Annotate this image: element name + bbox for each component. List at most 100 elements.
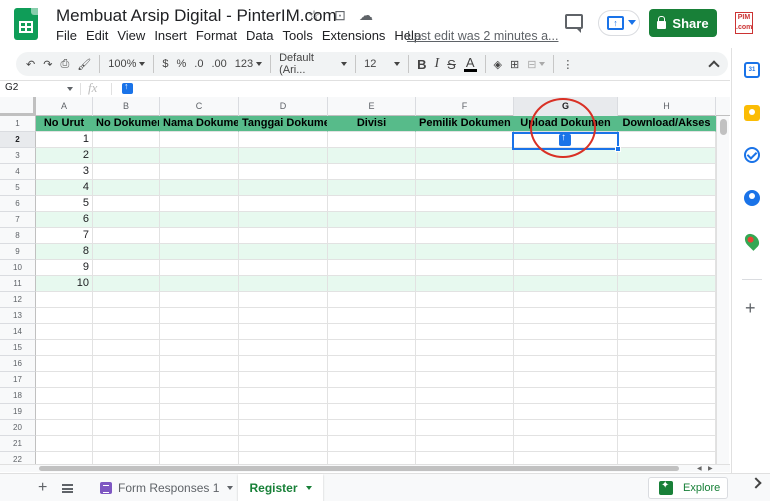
cell-d7[interactable] [239, 212, 328, 228]
cell-f3[interactable] [416, 148, 514, 164]
cell-e10[interactable] [328, 260, 416, 276]
cell-h5[interactable] [618, 180, 716, 196]
horizontal-scrollbar[interactable]: ◀ ▶ [0, 464, 730, 472]
column-header-e[interactable]: E [328, 97, 416, 116]
row-header[interactable]: 4 [0, 164, 36, 180]
cell-f9[interactable] [416, 244, 514, 260]
cell-d6[interactable] [239, 196, 328, 212]
cell-f19[interactable] [416, 404, 514, 420]
cell-d9[interactable] [239, 244, 328, 260]
cell-e14[interactable] [328, 324, 416, 340]
cell-e20[interactable] [328, 420, 416, 436]
cell-c20[interactable] [160, 420, 239, 436]
cell-h7[interactable] [618, 212, 716, 228]
cell-b19[interactable] [93, 404, 160, 420]
cell-g19[interactable] [514, 404, 618, 420]
row-header[interactable]: 11 [0, 276, 36, 292]
cell-b14[interactable] [93, 324, 160, 340]
all-sheets-icon[interactable] [62, 484, 73, 493]
cell-f14[interactable] [416, 324, 514, 340]
cell-b2[interactable] [93, 132, 160, 148]
cell-c19[interactable] [160, 404, 239, 420]
strikethrough-button[interactable]: S [443, 54, 460, 74]
cell-f13[interactable] [416, 308, 514, 324]
italic-button[interactable]: I [431, 54, 444, 74]
cell-a20[interactable] [36, 420, 93, 436]
tab-register[interactable]: Register [238, 474, 323, 501]
contacts-icon[interactable] [744, 190, 760, 206]
cell-b13[interactable] [93, 308, 160, 324]
column-header-b[interactable]: B [93, 97, 160, 116]
cell-d18[interactable] [239, 388, 328, 404]
cell-g4[interactable] [514, 164, 618, 180]
cell-b5[interactable] [93, 180, 160, 196]
present-button[interactable]: ↑ [598, 10, 640, 36]
cell-c1[interactable]: Nama Dokumen [160, 116, 239, 132]
cell-b8[interactable] [93, 228, 160, 244]
cell-g17[interactable] [514, 372, 618, 388]
cell-b9[interactable] [93, 244, 160, 260]
menu-item-data[interactable]: Data [246, 28, 279, 43]
cell-a11[interactable]: 10 [36, 276, 93, 292]
cell-h9[interactable] [618, 244, 716, 260]
comment-history-icon[interactable] [565, 14, 583, 33]
cell-b11[interactable] [93, 276, 160, 292]
undo-icon[interactable]: ↶ [22, 54, 39, 74]
cell-e15[interactable] [328, 340, 416, 356]
cell-c3[interactable] [160, 148, 239, 164]
collapse-toolbar-icon[interactable] [708, 58, 720, 70]
row-header[interactable]: 13 [0, 308, 36, 324]
cell-g13[interactable] [514, 308, 618, 324]
cell-b20[interactable] [93, 420, 160, 436]
row-header[interactable]: 15 [0, 340, 36, 356]
cell-d17[interactable] [239, 372, 328, 388]
row-header[interactable]: 9 [0, 244, 36, 260]
cell-g8[interactable] [514, 228, 618, 244]
font-select[interactable]: Default (Ari... [275, 52, 351, 76]
more-options-icon[interactable]: ⋮ [558, 54, 577, 74]
cell-a16[interactable] [36, 356, 93, 372]
cell-c6[interactable] [160, 196, 239, 212]
calendar-icon[interactable]: 31 [744, 62, 760, 78]
menu-item-insert[interactable]: Insert [154, 28, 193, 43]
row-header[interactable]: 16 [0, 356, 36, 372]
cell-d5[interactable] [239, 180, 328, 196]
cell-c11[interactable] [160, 276, 239, 292]
cell-e5[interactable] [328, 180, 416, 196]
borders-icon[interactable]: ⊞ [506, 54, 523, 74]
cell-a18[interactable] [36, 388, 93, 404]
column-header-g[interactable]: G [514, 97, 618, 116]
cell-d3[interactable] [239, 148, 328, 164]
cell-b6[interactable] [93, 196, 160, 212]
cell-a19[interactable] [36, 404, 93, 420]
cell-h4[interactable] [618, 164, 716, 180]
row-header[interactable]: 6 [0, 196, 36, 212]
row-header[interactable]: 14 [0, 324, 36, 340]
row-header[interactable]: 7 [0, 212, 36, 228]
cell-a1[interactable]: No Urut [36, 116, 93, 132]
column-header-a[interactable]: A [36, 97, 93, 116]
increase-decimal-button[interactable]: .00 [207, 54, 230, 74]
add-sheet-icon[interactable]: + [38, 479, 47, 497]
cell-a7[interactable]: 6 [36, 212, 93, 228]
cell-f4[interactable] [416, 164, 514, 180]
cell-f18[interactable] [416, 388, 514, 404]
cell-g12[interactable] [514, 292, 618, 308]
cell-g18[interactable] [514, 388, 618, 404]
cell-e11[interactable] [328, 276, 416, 292]
cell-d1[interactable]: Tanggai Dokumen [239, 116, 328, 132]
row-header[interactable]: 5 [0, 180, 36, 196]
cell-b1[interactable]: No Dokumen [93, 116, 160, 132]
cell-a9[interactable]: 8 [36, 244, 93, 260]
bold-button[interactable]: B [413, 54, 430, 74]
cell-h10[interactable] [618, 260, 716, 276]
cell-f5[interactable] [416, 180, 514, 196]
chevron-down-icon[interactable] [67, 87, 73, 91]
select-all-corner[interactable] [0, 97, 36, 116]
cell-f12[interactable] [416, 292, 514, 308]
cell-b18[interactable] [93, 388, 160, 404]
cell-g5[interactable] [514, 180, 618, 196]
share-button[interactable]: Share [649, 9, 717, 37]
star-icon[interactable]: ☆ [306, 7, 322, 23]
cell-a6[interactable]: 5 [36, 196, 93, 212]
